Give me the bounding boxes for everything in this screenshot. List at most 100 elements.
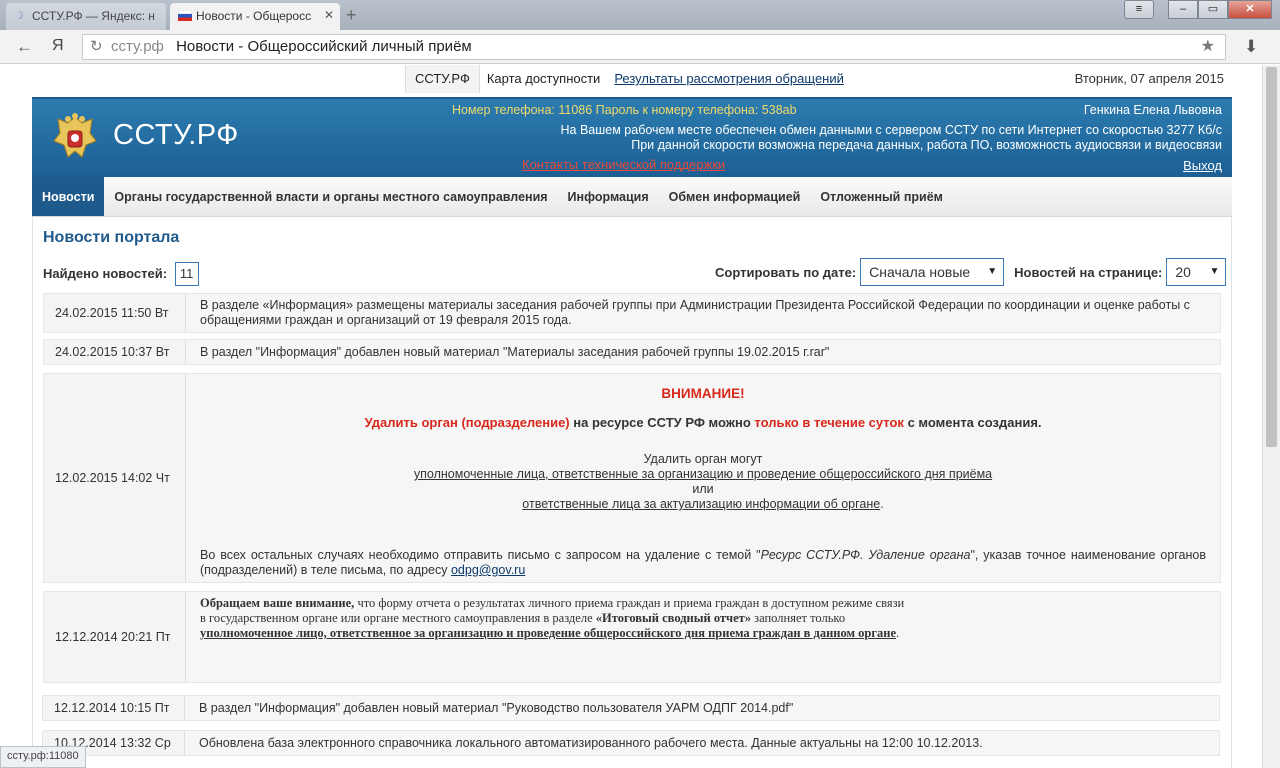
news-date: 24.02.2015 10:37 Вт: [44, 340, 186, 364]
yandex-logo-icon[interactable]: Я: [52, 37, 64, 55]
news-content: Новости портала Найдено новостей: 11 Сор…: [32, 217, 1232, 768]
found-count: 11: [174, 262, 199, 286]
who-option-2: ответственные лица за актуализацию инфор…: [522, 497, 881, 511]
news-date: 12.12.2014 10:15 Пт: [43, 696, 185, 720]
page-title: Новости портала: [43, 229, 180, 246]
accessibility-map-link[interactable]: Карта доступности: [480, 65, 607, 93]
news-warning-body: ВНИМАНИЕ! Удалить орган (подразделение) …: [186, 374, 1220, 582]
report-line-1: Обращаем ваше внимание, что форму отчета…: [200, 596, 1206, 611]
warning-text-red: только в течение суток: [754, 415, 904, 430]
email-topic: Ресурс ССТУ.РФ. Удаление органа: [760, 548, 971, 562]
who-option-1: уполномоченные лица, ответственные за ор…: [413, 467, 993, 481]
sort-select[interactable]: Сначала новые ▼: [860, 258, 1005, 286]
user-name: Генкина Елена Львовна: [1083, 103, 1222, 117]
browser-tab-news[interactable]: Новости - Общеросс ✕: [170, 3, 340, 30]
coat-of-arms-icon: [52, 113, 98, 161]
nav-information[interactable]: Информация: [558, 177, 659, 216]
capabilities-info: При данной скорости возможна передача да…: [631, 138, 1222, 152]
other-text: Во всех остальных случаях необходимо отп…: [200, 548, 761, 562]
window-controls: ≡ – ▭ ✕: [1124, 0, 1272, 19]
address-bar[interactable]: ↻ ссту.рф Новости - Общероссийский личны…: [82, 34, 1226, 60]
browser-tab-yandex[interactable]: ☽ ССТУ.РФ — Яндекс: н: [6, 3, 166, 30]
news-text: В раздел "Информация" добавлен новый мат…: [185, 696, 1219, 720]
found-counter: Найдено новостей: 11: [43, 262, 199, 286]
dropdown-arrow-icon: ▼: [1209, 266, 1220, 277]
nav-news[interactable]: Новости: [32, 177, 105, 216]
tab-title: ССТУ.РФ — Яндекс: н: [32, 9, 155, 23]
flag-tab-icon: [177, 9, 193, 22]
report-line-3: уполномоченное лицо, ответственное за ор…: [200, 626, 1206, 641]
per-page-select[interactable]: 20 ▼: [1166, 258, 1227, 286]
news-item: 12.02.2015 14:02 Чт ВНИМАНИЕ! Удалить ор…: [43, 373, 1221, 583]
page-scrollbar[interactable]: [1262, 65, 1280, 768]
tab-close-icon[interactable]: ✕: [324, 8, 334, 22]
found-label: Найдено новостей:: [43, 266, 168, 281]
url-page-title: Новости - Общероссийский личный приём: [176, 38, 472, 55]
maximize-button[interactable]: ▭: [1198, 0, 1228, 19]
sort-label: Сортировать по дате:: [715, 264, 857, 280]
period: .: [880, 497, 884, 511]
support-contacts-link[interactable]: Контакты технической поддержки: [522, 157, 725, 172]
reload-icon[interactable]: ↻: [90, 35, 103, 59]
news-item: 12.12.2014 20:21 Пт Обращаем ваше вниман…: [43, 591, 1221, 683]
news-item: 12.12.2014 10:15 Пт В раздел "Информация…: [42, 695, 1220, 721]
site-brand[interactable]: ССТУ.РФ: [113, 119, 239, 152]
warning-rule: Удалить орган (подразделение) на ресурсе…: [200, 415, 1206, 430]
per-page-value: 20: [1175, 264, 1191, 280]
browser-menu-button[interactable]: ≡: [1124, 0, 1154, 19]
browser-toolbar: ← Я ↻ ссту.рф Новости - Общероссийский л…: [0, 30, 1280, 64]
news-item: 24.02.2015 11:50 Вт В разделе «Информаци…: [43, 293, 1221, 333]
bookmark-star-icon[interactable]: ★: [1201, 35, 1215, 59]
other-cases-text: Во всех остальных случаях необходимо отп…: [200, 548, 1206, 578]
report-text: в государственном органе или органе мест…: [200, 611, 596, 625]
or-label: или: [692, 482, 714, 496]
logout-link[interactable]: Выход: [1183, 158, 1222, 173]
news-date: 24.02.2015 11:50 Вт: [44, 294, 186, 332]
news-text: В раздел "Информация" добавлен новый мат…: [186, 340, 1220, 364]
news-text: Обновлена база электронного справочника …: [185, 731, 1219, 755]
news-date: 12.12.2014 20:21 Пт: [44, 592, 186, 682]
report-notice: Обращаем ваше внимание, что форму отчета…: [186, 592, 1220, 682]
home-link[interactable]: ССТУ.РФ: [405, 65, 480, 93]
top-links: ССТУ.РФ Карта доступности Результаты рас…: [405, 65, 851, 93]
yandex-tab-icon: ☽: [14, 10, 24, 22]
news-date: 12.02.2015 14:02 Чт: [44, 374, 186, 582]
close-window-button[interactable]: ✕: [1228, 0, 1272, 19]
results-link[interactable]: Результаты рассмотрения обращений: [607, 65, 851, 93]
report-section-name: «Итоговый сводный отчет»: [595, 611, 752, 625]
status-bar: ссту.рф:11080: [0, 746, 86, 768]
nav-exchange[interactable]: Обмен информацией: [659, 177, 811, 216]
news-item: 24.02.2015 10:37 Вт В раздел "Информация…: [43, 339, 1221, 365]
who-label: Удалить орган могут: [643, 452, 763, 466]
warning-title: ВНИМАНИЕ!: [661, 386, 745, 401]
dropdown-arrow-icon: ▼: [987, 266, 998, 277]
speed-info: На Вашем рабочем месте обеспечен обмен д…: [560, 123, 1223, 137]
minimize-button[interactable]: –: [1168, 0, 1198, 19]
url-domain: ссту.рф: [111, 38, 164, 55]
phone-info: Номер телефона: 11086 Пароль к номеру те…: [452, 103, 797, 117]
downloads-icon[interactable]: ⬇: [1244, 37, 1258, 57]
per-page-label: Новостей на странице:: [1014, 264, 1163, 280]
web-page: ССТУ.РФ Карта доступности Результаты рас…: [0, 65, 1262, 768]
report-responsible: уполномоченное лицо, ответственное за ор…: [200, 626, 897, 640]
main-nav: Новости Органы государственной власти и …: [32, 177, 1232, 217]
email-link[interactable]: odpg@gov.ru: [451, 563, 525, 577]
scrollbar-thumb[interactable]: [1266, 67, 1277, 447]
browser-tabstrip: ☽ ССТУ.РФ — Яндекс: н Новости - Общеросс…: [0, 0, 1280, 30]
report-text: заполняет только: [751, 611, 846, 625]
nav-deferred[interactable]: Отложенный приём: [810, 177, 953, 216]
who-option-2-line: ответственные лица за актуализацию инфор…: [200, 497, 1206, 512]
back-arrow-icon[interactable]: ←: [16, 37, 33, 57]
report-line-2: в государственном органе или органе мест…: [200, 611, 1206, 626]
report-bold: Обращаем ваше внимание,: [200, 596, 355, 610]
new-tab-button[interactable]: +: [346, 5, 357, 26]
news-text: В разделе «Информация» размещены материа…: [186, 294, 1220, 332]
header-banner: ССТУ.РФ Номер телефона: 11086 Пароль к н…: [32, 97, 1232, 177]
report-text: что форму отчета о результатах личного п…: [354, 596, 905, 610]
news-item: 10.12.2014 13:32 Ср Обновлена база элект…: [42, 730, 1220, 756]
warning-text-red: Удалить орган (подразделение): [364, 415, 570, 430]
current-date: Вторник, 07 апреля 2015: [1074, 71, 1224, 86]
tab-title: Новости - Общеросс: [196, 9, 312, 23]
sort-controls: Сортировать по дате: Сначала новые ▼ Нов…: [715, 258, 1227, 286]
nav-authorities[interactable]: Органы государственной власти и органы м…: [104, 177, 557, 216]
